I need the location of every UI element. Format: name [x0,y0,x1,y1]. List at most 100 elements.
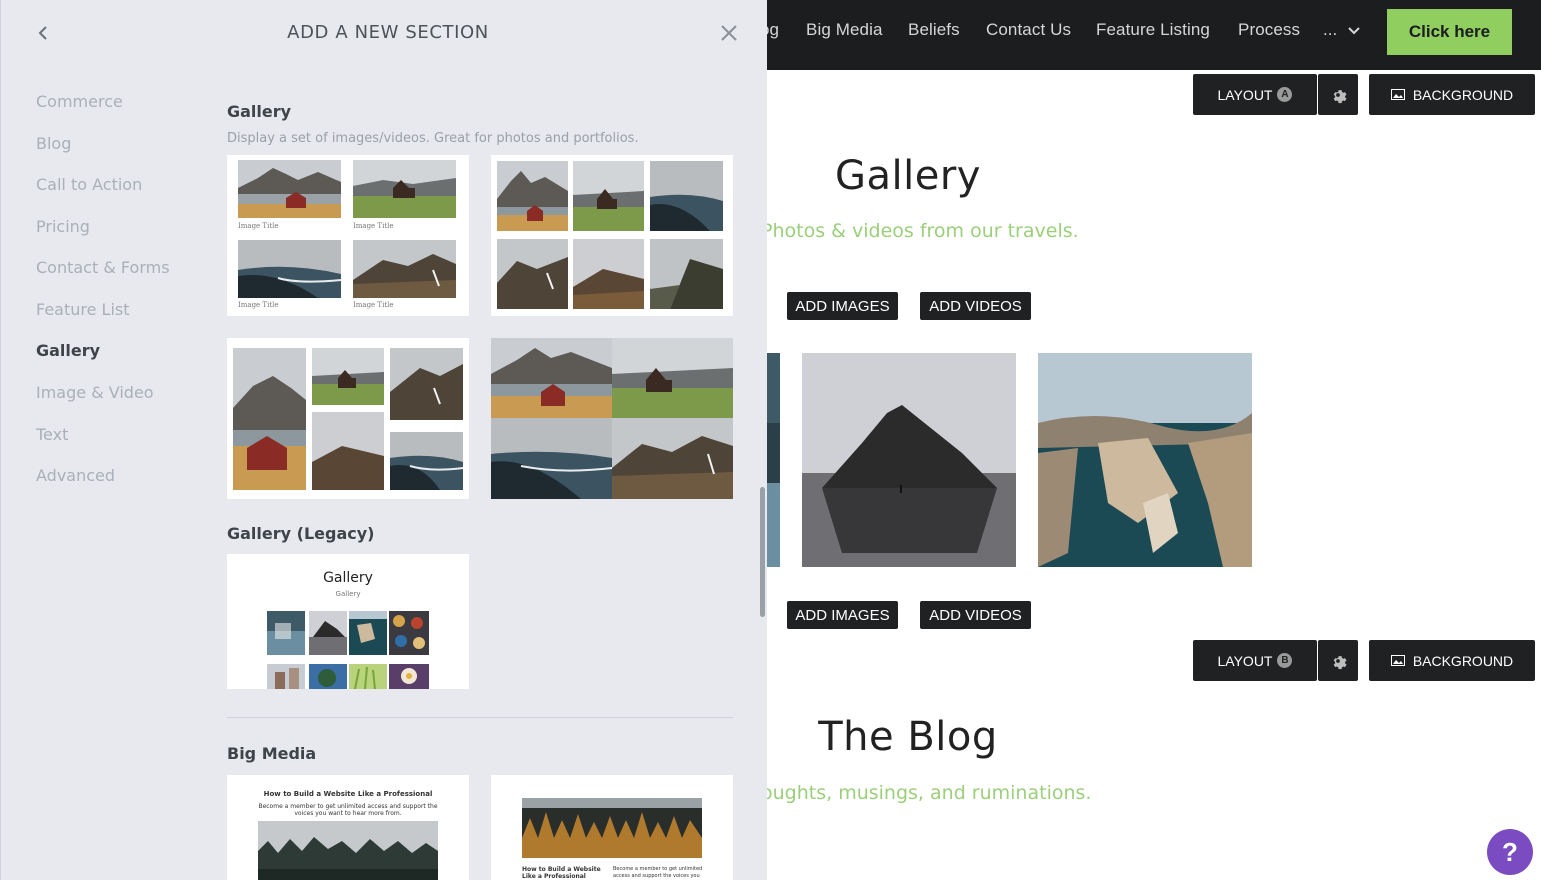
layout-thumbnail [390,432,463,490]
layout-thumbnail [238,240,341,298]
layout-badge: A [1277,87,1293,102]
nav-link-blog[interactable]: og [767,20,779,40]
layout-thumbnail [497,239,568,309]
blog-section-title: The Blog [818,714,998,760]
gallery-photo[interactable] [1038,353,1252,567]
section-settings-button[interactable] [1318,640,1358,681]
layout-thumbnail [312,348,384,405]
layout-label: LAYOUT [1217,652,1273,669]
layout-a-button[interactable]: LAYOUT A [1193,74,1317,115]
category-gallery[interactable]: Gallery [36,341,100,360]
chevron-down-icon [1348,26,1360,34]
layout-thumbnail [491,418,612,499]
blog-section-subtitle: oughts, musings, and ruminations. [767,782,1092,804]
background-button[interactable]: BACKGROUND [1369,640,1535,681]
category-feature-list[interactable]: Feature List [36,300,130,319]
layout-thumbnail [353,240,456,298]
panel-title: ADD A NEW SECTION [287,22,489,43]
layout-thumbnail [349,611,387,655]
gear-icon [1333,89,1347,103]
layout-thumbnail [309,664,347,689]
layout-thumbnail [309,611,347,655]
preview-body: Become a member to get unlimited access … [613,866,703,879]
site-preview: og Big Media Beliefs Contact Us Feature … [767,0,1541,880]
add-images-button[interactable]: ADD IMAGES [787,292,898,320]
back-arrow-icon[interactable] [33,22,55,44]
gallery-group-title: Gallery [227,102,292,121]
layout-badge: B [1277,653,1293,668]
category-commerce[interactable]: Commerce [36,92,123,111]
category-advanced[interactable]: Advanced [36,466,115,485]
preview-heading: How to Build a Website Like a Profession… [263,790,433,798]
layout-thumbnail [389,664,429,689]
layout-thumbnail [573,239,644,309]
thumbnail-caption: Image Title [353,301,394,309]
gallery-layout-card-captions[interactable]: Image Title Image Title Image Title Imag… [227,155,469,316]
preview-body: Become a member to get unlimited access … [258,803,438,817]
gallery-layout-card-fullbleed[interactable] [491,338,733,499]
category-pricing[interactable]: Pricing [36,217,90,236]
layout-thumbnail [312,412,384,490]
gallery-layout-card-grid[interactable] [491,155,733,316]
layout-thumbnail [233,348,306,490]
add-images-button[interactable]: ADD IMAGES [787,601,898,629]
layout-thumbnail [258,821,438,880]
background-button[interactable]: BACKGROUND [1369,74,1535,115]
add-section-panel: ADD A NEW SECTION Commerce Blog Call to … [0,0,767,880]
nav-link-big-media[interactable]: Big Media [806,20,883,40]
group-divider [227,717,733,718]
gallery-layout-card-masonry[interactable] [227,338,469,499]
layout-thumbnail [522,798,702,858]
nav-more-label: ... [1323,20,1338,39]
thumbnail-caption: Image Title [353,222,394,230]
category-text[interactable]: Text [36,425,68,444]
big-media-group-title: Big Media [227,744,317,763]
nav-link-process[interactable]: Process [1238,20,1300,40]
image-icon [1390,655,1405,666]
nav-link-beliefs[interactable]: Beliefs [908,20,960,40]
nav-link-contact-us[interactable]: Contact Us [986,20,1071,40]
gallery-legacy-card[interactable]: Gallery Gallery [227,554,469,689]
layout-thumbnail [238,160,341,218]
nav-more-menu[interactable]: ... [1323,20,1360,40]
category-call-to-action[interactable]: Call to Action [36,175,142,194]
layout-thumbnail [497,161,568,231]
thumbnail-caption: Image Title [238,222,279,230]
layout-thumbnail [349,664,387,689]
layout-thumbnail [650,161,723,231]
add-videos-button[interactable]: ADD VIDEOS [920,292,1031,320]
add-videos-button[interactable]: ADD VIDEOS [920,601,1031,629]
layout-b-button[interactable]: LAYOUT B [1193,640,1317,681]
section-settings-button[interactable] [1318,74,1358,115]
background-label: BACKGROUND [1412,86,1514,103]
layout-thumbnail [573,161,644,231]
close-icon[interactable] [718,22,740,44]
click-here-button[interactable]: Click here [1387,9,1512,55]
big-media-card-1[interactable]: How to Build a Website Like a Profession… [227,775,469,880]
image-icon [1390,89,1405,100]
help-button[interactable]: ? [1487,829,1533,875]
layout-thumbnail [390,348,463,420]
background-label: BACKGROUND [1412,652,1514,669]
preview-heading: How to Build a Website Like a Profession… [522,866,601,880]
layout-thumbnail [267,611,305,655]
layout-thumbnail [612,418,733,499]
nav-link-feature-listing[interactable]: Feature Listing [1096,20,1210,40]
gallery-section-subtitle: Photos & videos from our travels. [767,220,1079,242]
gallery-photo[interactable] [767,353,780,567]
category-image-video[interactable]: Image & Video [36,383,154,402]
layout-thumbnail [389,611,429,655]
layout-thumbnail [650,239,723,309]
gallery-photo[interactable] [802,353,1016,567]
category-contact-forms[interactable]: Contact & Forms [36,258,170,277]
big-media-card-2[interactable]: How to Build a Website Like a Profession… [491,775,733,880]
layout-thumbnail [491,338,612,418]
legacy-preview-title: Gallery [323,570,373,586]
section-toolbar-b: LAYOUT B BACKGROUND [1193,640,1535,681]
gallery-group-description: Display a set of images/videos. Great fo… [227,131,639,146]
layout-thumbnail [353,160,456,218]
category-blog[interactable]: Blog [36,134,71,153]
panel-scrollbar[interactable] [760,487,765,617]
site-top-nav: og Big Media Beliefs Contact Us Feature … [767,0,1541,70]
layout-thumbnail [612,338,733,418]
